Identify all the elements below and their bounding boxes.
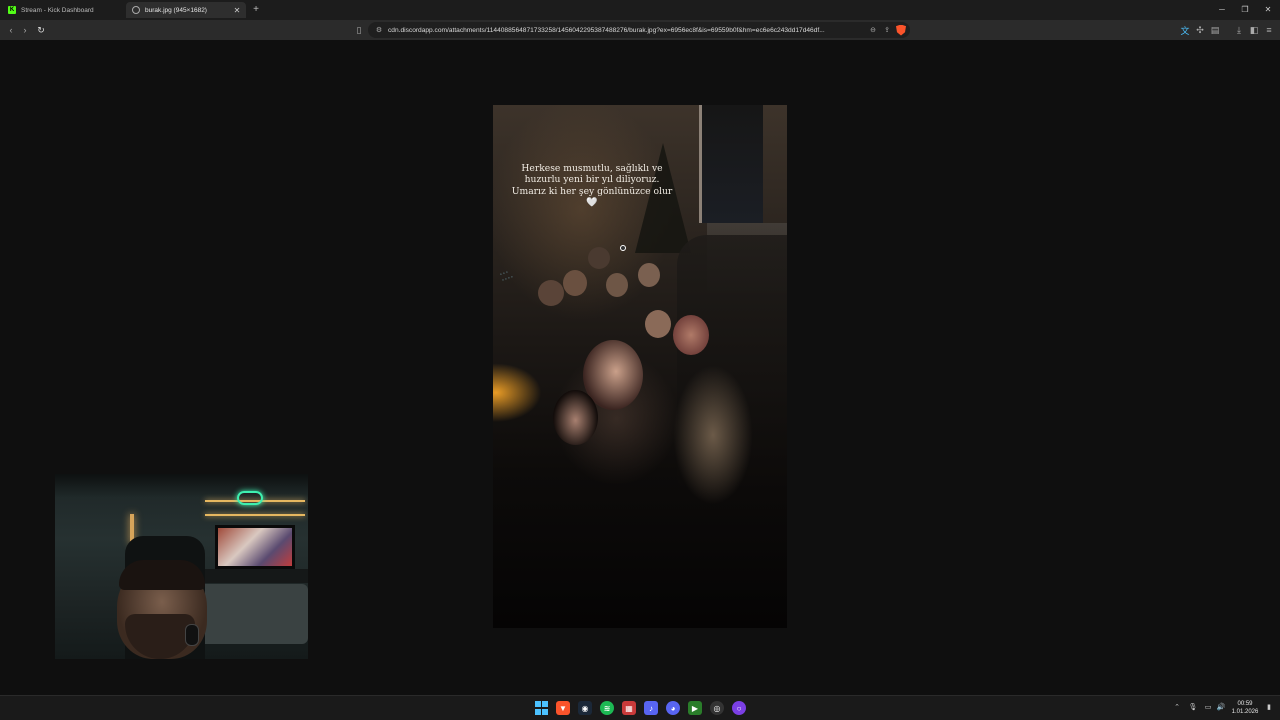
site-info-icon[interactable]: ⚙ xyxy=(372,26,386,34)
kick-icon: K xyxy=(8,6,16,14)
media-app-icon[interactable]: ▦ xyxy=(622,701,636,715)
brave-shield-icon[interactable] xyxy=(896,24,906,36)
spotify-icon[interactable]: ≋ xyxy=(600,701,614,715)
address-bar[interactable]: ⚙ cdn.discordapp.com/attachments/1144088… xyxy=(368,22,910,38)
photo-caption: Herkese musmutlu, sağlıklı ve huzurlu ye… xyxy=(511,163,673,209)
headset-icon xyxy=(185,624,199,646)
sidebar-icon[interactable]: ◧ xyxy=(1247,23,1261,37)
tab-title: Stream - Kick Dashboard xyxy=(21,6,94,14)
photo-window xyxy=(699,105,763,223)
zoom-icon[interactable]: ⊖ xyxy=(866,26,880,34)
tab-stream-kick-dashboard[interactable]: K Stream - Kick Dashboard xyxy=(2,2,122,18)
new-tab-button[interactable]: + xyxy=(251,3,261,17)
twitch-app-icon[interactable]: ○ xyxy=(732,701,746,715)
streamer-hair xyxy=(119,560,205,590)
app-icon[interactable]: ♪ xyxy=(644,701,658,715)
webcam-shelf-light xyxy=(205,514,305,516)
photo-person xyxy=(673,365,753,505)
windows-start-icon[interactable] xyxy=(534,701,548,715)
close-window-button[interactable]: ✕ xyxy=(1258,3,1278,17)
minimize-button[interactable]: ─ xyxy=(1212,3,1232,17)
globe-icon xyxy=(132,6,140,14)
menu-icon[interactable]: ≡ xyxy=(1262,23,1276,37)
tab-strip: K Stream - Kick Dashboard burak.jpg (945… xyxy=(0,0,1280,20)
restore-button[interactable]: ❐ xyxy=(1235,3,1255,17)
webcam-tv xyxy=(215,525,295,569)
photo-person xyxy=(606,273,628,297)
brave-browser-icon[interactable]: ▼ xyxy=(556,701,570,715)
close-tab-icon[interactable]: ✕ xyxy=(232,6,242,15)
microphone-icon[interactable]: 🎙 xyxy=(1188,703,1198,713)
photo-sticker: ◦ ◦ ◦ ◦ ◦ ◦ ◦ xyxy=(499,269,514,284)
photo-person xyxy=(645,310,671,338)
network-icon[interactable]: ▭ xyxy=(1203,703,1213,713)
taskbar-clock[interactable]: 00:59 1.01.2026 xyxy=(1227,700,1263,716)
notifications-icon[interactable]: ▮ xyxy=(1264,703,1274,713)
photo-person xyxy=(673,315,709,355)
browser-toolbar: ‹ › ↻ ▯ ⚙ cdn.discordapp.com/attachments… xyxy=(0,20,1280,40)
xbox-neon-sign-icon xyxy=(237,491,263,505)
photo-person xyxy=(553,390,598,445)
steam-icon[interactable]: ◉ xyxy=(578,701,592,715)
webcam-sofa xyxy=(195,584,308,644)
tab-title: burak.jpg (945×1682) xyxy=(145,6,207,14)
back-icon[interactable]: ‹ xyxy=(4,23,18,37)
mouse-cursor xyxy=(620,245,626,251)
webcam-cabinet xyxy=(205,569,308,583)
obs-icon[interactable]: ◎ xyxy=(710,701,724,715)
photo-person xyxy=(538,280,564,306)
url-text[interactable]: cdn.discordapp.com/attachments/114408856… xyxy=(388,27,866,34)
volume-icon[interactable]: 🔊 xyxy=(1216,703,1226,713)
forward-icon[interactable]: › xyxy=(18,23,32,37)
tab-burak-jpg[interactable]: burak.jpg (945×1682) ✕ xyxy=(126,2,246,18)
translate-icon[interactable]: 文 xyxy=(1178,23,1192,37)
webcam-ceiling xyxy=(55,474,308,498)
photo-person xyxy=(588,247,610,269)
extensions-icon[interactable]: ✣ xyxy=(1193,23,1207,37)
photo-person xyxy=(638,263,660,287)
tray-overflow-icon[interactable]: ⌃ xyxy=(1172,703,1182,713)
share-icon[interactable]: ⇪ xyxy=(880,26,894,34)
bookmark-icon[interactable]: ▯ xyxy=(352,23,366,37)
wallet-icon[interactable]: ▤ xyxy=(1208,23,1222,37)
discord-icon[interactable]: ◕ xyxy=(666,701,680,715)
windows-taskbar: ▼ ◉ ≋ ▦ ♪ ◕ ▶ ◎ ○ ⌃ 🎙 ▭ 🔊 00:59 1.01.202… xyxy=(0,695,1280,720)
photo-person xyxy=(563,270,587,296)
kick-studio-icon[interactable]: ▶ xyxy=(688,701,702,715)
displayed-image[interactable]: ◦ ◦ ◦ ◦ ◦ ◦ ◦ Herkese musmutlu, sağlıklı … xyxy=(493,105,787,628)
clock-date: 1.01.2026 xyxy=(1231,709,1259,715)
clock-time: 00:59 xyxy=(1237,701,1253,707)
downloads-icon[interactable]: ⤓ xyxy=(1232,23,1246,37)
reload-icon[interactable]: ↻ xyxy=(34,23,48,37)
webcam-overlay xyxy=(55,474,308,659)
